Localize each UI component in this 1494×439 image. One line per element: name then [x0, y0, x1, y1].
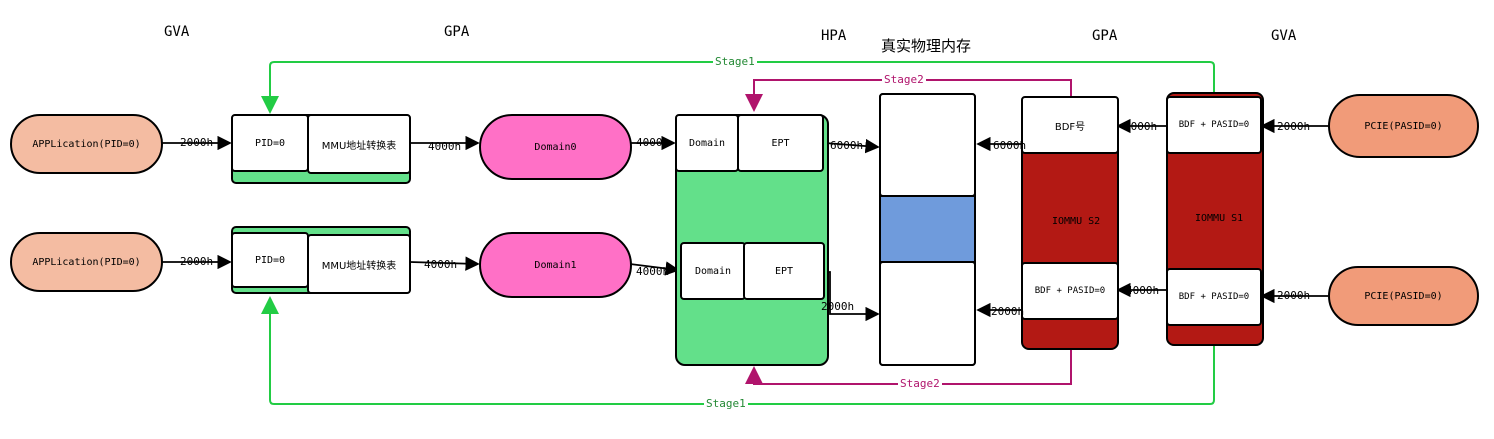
addr-domain1: 4000h — [636, 265, 670, 278]
mmu-table-box-2: MMU地址转换表 — [307, 234, 411, 294]
domain0-pill: Domain0 — [479, 114, 632, 180]
pcie-pill-top: PCIE(PASID=0) — [1328, 94, 1479, 158]
pid-box-1: PID=0 — [231, 114, 309, 172]
header-gva-right: GVA — [1271, 28, 1297, 44]
ept-table-box-top: EPT — [737, 114, 824, 172]
bdf-pasid-s1-top-box: BDF + PASID=0 — [1166, 96, 1262, 154]
addr-app2: 2000h — [180, 255, 214, 268]
bdf-number-box: BDF号 — [1021, 96, 1119, 154]
iommu-s1-label: IOMMU S1 — [1195, 213, 1244, 224]
mmu-table-box-1: MMU地址转换表 — [307, 114, 411, 174]
pid-box-2: PID=0 — [231, 232, 309, 288]
memory-region-top — [879, 93, 976, 197]
header-gpa-right: GPA — [1092, 28, 1118, 44]
stage2-bottom-label: Stage2 — [898, 377, 942, 390]
application-pill-1: APPLication(PID=0) — [10, 114, 163, 174]
addr-s2-bottom: 2000h — [991, 305, 1025, 318]
header-hpa: HPA — [821, 28, 847, 44]
addr-mmu2: 4000h — [424, 258, 458, 271]
ept-domain-box-bottom: Domain — [680, 242, 746, 300]
addr-s1-bottom: 4000h — [1126, 284, 1160, 297]
header-gpa-left: GPA — [444, 24, 470, 40]
stage2-top-label: Stage2 — [882, 73, 926, 86]
addr-mmu1: 4000h — [428, 140, 462, 153]
bdf-pasid-s2-box: BDF + PASID=0 — [1021, 262, 1119, 320]
header-real-memory: 真实物理内存 — [881, 37, 972, 55]
addr-pcie-top: 2000h — [1277, 120, 1311, 133]
diagram-canvas: GVA GPA HPA 真实物理内存 GPA GVA APPLication(P… — [0, 0, 1494, 439]
addr-ept-top: 6000h — [830, 139, 864, 152]
addr-ept-bottom: 2000h — [821, 300, 855, 313]
addr-domain0: 4000h — [636, 136, 670, 149]
addr-app1: 2000h — [180, 136, 214, 149]
memory-region-highlight — [879, 195, 976, 263]
addr-pcie-bottom: 2000h — [1277, 289, 1311, 302]
application-pill-2: APPLication(PID=0) — [10, 232, 163, 292]
ept-domain-box-top: Domain — [675, 114, 739, 172]
domain1-pill: Domain1 — [479, 232, 632, 298]
addr-s2-top: 6000h — [993, 139, 1027, 152]
iommu-s2-label: IOMMU S2 — [1052, 216, 1101, 227]
addr-s1-top: 4000h — [1124, 120, 1158, 133]
pcie-pill-bottom: PCIE(PASID=0) — [1328, 266, 1479, 326]
header-gva-left: GVA — [164, 24, 190, 40]
memory-region-bottom — [879, 261, 976, 366]
ept-table-box-bottom: EPT — [743, 242, 825, 300]
stage1-top-label: Stage1 — [713, 55, 757, 68]
stage1-bottom-label: Stage1 — [704, 397, 748, 410]
bdf-pasid-s1-bottom-box: BDF + PASID=0 — [1166, 268, 1262, 326]
